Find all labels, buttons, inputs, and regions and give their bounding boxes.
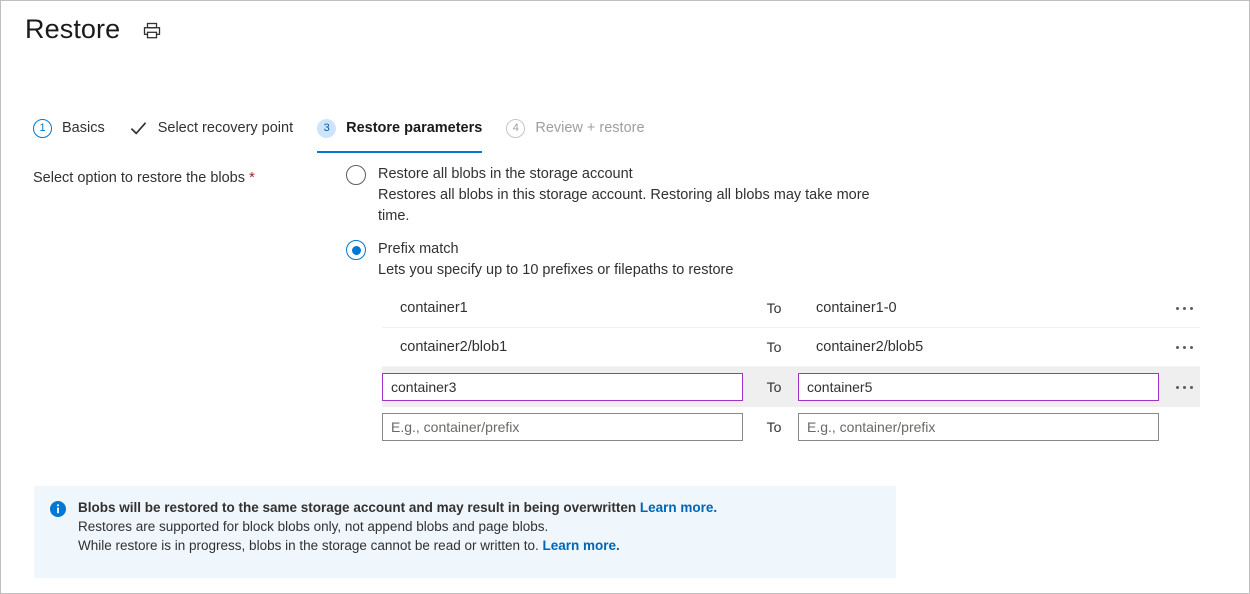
prefix-row-menu-cell: [1166, 367, 1203, 407]
info-banner-line-2: Restores are supported for block blobs o…: [78, 517, 717, 536]
prefix-to-label: To: [750, 419, 798, 435]
ellipsis-icon[interactable]: [1166, 380, 1203, 395]
table-row[interactable]: container2/blob1 To container2/blob5: [382, 328, 1200, 367]
prefix-match-table: container1 To container1-0 container2/bl…: [382, 289, 1200, 446]
info-icon-svg: [50, 501, 66, 517]
prefix-destination-cell: container2/blob5: [798, 339, 1166, 355]
option-prefix-match-text: Prefix match Lets you specify up to 10 p…: [378, 239, 733, 281]
ellipsis-icon[interactable]: [1166, 301, 1203, 316]
prefix-source-input-empty[interactable]: [382, 413, 743, 441]
prefix-source-input[interactable]: [382, 373, 743, 401]
restore-option-label-text: Select option to restore the blobs: [33, 170, 245, 186]
prefix-to-label: To: [750, 300, 798, 316]
prefix-destination-cell: [798, 373, 1166, 401]
info-icon: [50, 501, 66, 517]
option-restore-all-blobs-description: Restores all blobs in this storage accou…: [378, 185, 888, 227]
table-row-active[interactable]: To: [382, 367, 1200, 407]
printer-icon[interactable]: [138, 17, 166, 45]
wizard-steps: 1 Basics Select recovery point 3 Restore…: [33, 113, 645, 147]
checkmark-icon: [129, 119, 148, 138]
restore-option-label: Select option to restore the blobs*: [33, 169, 255, 186]
info-banner: Blobs will be restored to the same stora…: [34, 486, 896, 578]
learn-more-link-2[interactable]: Learn more.: [543, 538, 620, 553]
page-title: Restore: [25, 11, 120, 47]
learn-more-link-1[interactable]: Learn more.: [640, 500, 717, 515]
wizard-step-label-select-recovery-point: Select recovery point: [158, 120, 293, 136]
printer-icon-svg: [142, 21, 162, 41]
radio-selected-dot: [352, 246, 361, 255]
active-step-underline: [317, 151, 482, 153]
prefix-source-cell: [382, 413, 750, 441]
restore-option-group: Restore all blobs in the storage account…: [346, 164, 1206, 281]
prefix-source-value: container1: [382, 300, 468, 316]
prefix-destination-input-empty[interactable]: [798, 413, 1159, 441]
prefix-row-menu-cell: [1166, 289, 1203, 327]
prefix-destination-input[interactable]: [798, 373, 1159, 401]
prefix-destination-value: container1-0: [798, 300, 897, 316]
info-banner-line-1-text: Blobs will be restored to the same stora…: [78, 500, 636, 515]
restore-wizard-page: Restore 1 Basics Select recovery point 3: [0, 0, 1250, 594]
checkmark-icon-svg: [129, 119, 148, 138]
step-number-1: 1: [33, 119, 52, 138]
wizard-step-label-basics: Basics: [62, 120, 105, 136]
option-restore-all-blobs[interactable]: Restore all blobs in the storage account…: [346, 164, 1206, 227]
info-banner-text: Blobs will be restored to the same stora…: [78, 498, 717, 555]
prefix-destination-cell: container1-0: [798, 300, 1166, 316]
info-banner-line-3-text: While restore is in progress, blobs in t…: [78, 538, 539, 553]
ellipsis-icon[interactable]: [1166, 340, 1203, 355]
wizard-step-basics[interactable]: 1 Basics: [33, 113, 105, 149]
prefix-source-cell: container2/blob1: [382, 339, 750, 355]
prefix-destination-value: container2/blob5: [798, 339, 923, 355]
prefix-source-value: container2/blob1: [382, 339, 507, 355]
prefix-to-label: To: [750, 339, 798, 355]
info-banner-line-1: Blobs will be restored to the same stora…: [78, 498, 717, 517]
prefix-row-menu-cell: [1166, 407, 1200, 446]
option-restore-all-blobs-title: Restore all blobs in the storage account: [378, 164, 888, 184]
wizard-step-label-review-restore: Review + restore: [535, 120, 644, 136]
table-row-empty[interactable]: To: [382, 407, 1200, 446]
option-restore-all-blobs-text: Restore all blobs in the storage account…: [378, 164, 888, 227]
prefix-to-label: To: [750, 379, 798, 395]
step-number-4: 4: [506, 119, 525, 138]
prefix-row-menu-cell: [1166, 328, 1203, 366]
wizard-step-label-restore-parameters: Restore parameters: [346, 120, 482, 136]
prefix-destination-cell: [798, 413, 1166, 441]
wizard-step-review-restore[interactable]: 4 Review + restore: [506, 113, 644, 149]
page-header: Restore: [25, 11, 166, 47]
table-row[interactable]: container1 To container1-0: [382, 289, 1200, 328]
radio-restore-all-blobs[interactable]: [346, 165, 366, 185]
info-banner-line-3: While restore is in progress, blobs in t…: [78, 536, 717, 555]
option-prefix-match-description: Lets you specify up to 10 prefixes or fi…: [378, 260, 733, 281]
required-asterisk: *: [249, 169, 255, 186]
step-number-3: 3: [317, 119, 336, 138]
radio-prefix-match[interactable]: [346, 240, 366, 260]
option-prefix-match-title: Prefix match: [378, 239, 733, 259]
option-prefix-match[interactable]: Prefix match Lets you specify up to 10 p…: [346, 239, 1206, 281]
wizard-step-restore-parameters[interactable]: 3 Restore parameters: [317, 113, 482, 149]
wizard-step-select-recovery-point[interactable]: Select recovery point: [129, 113, 293, 149]
prefix-source-cell: [382, 373, 750, 401]
prefix-source-cell: container1: [382, 300, 750, 316]
